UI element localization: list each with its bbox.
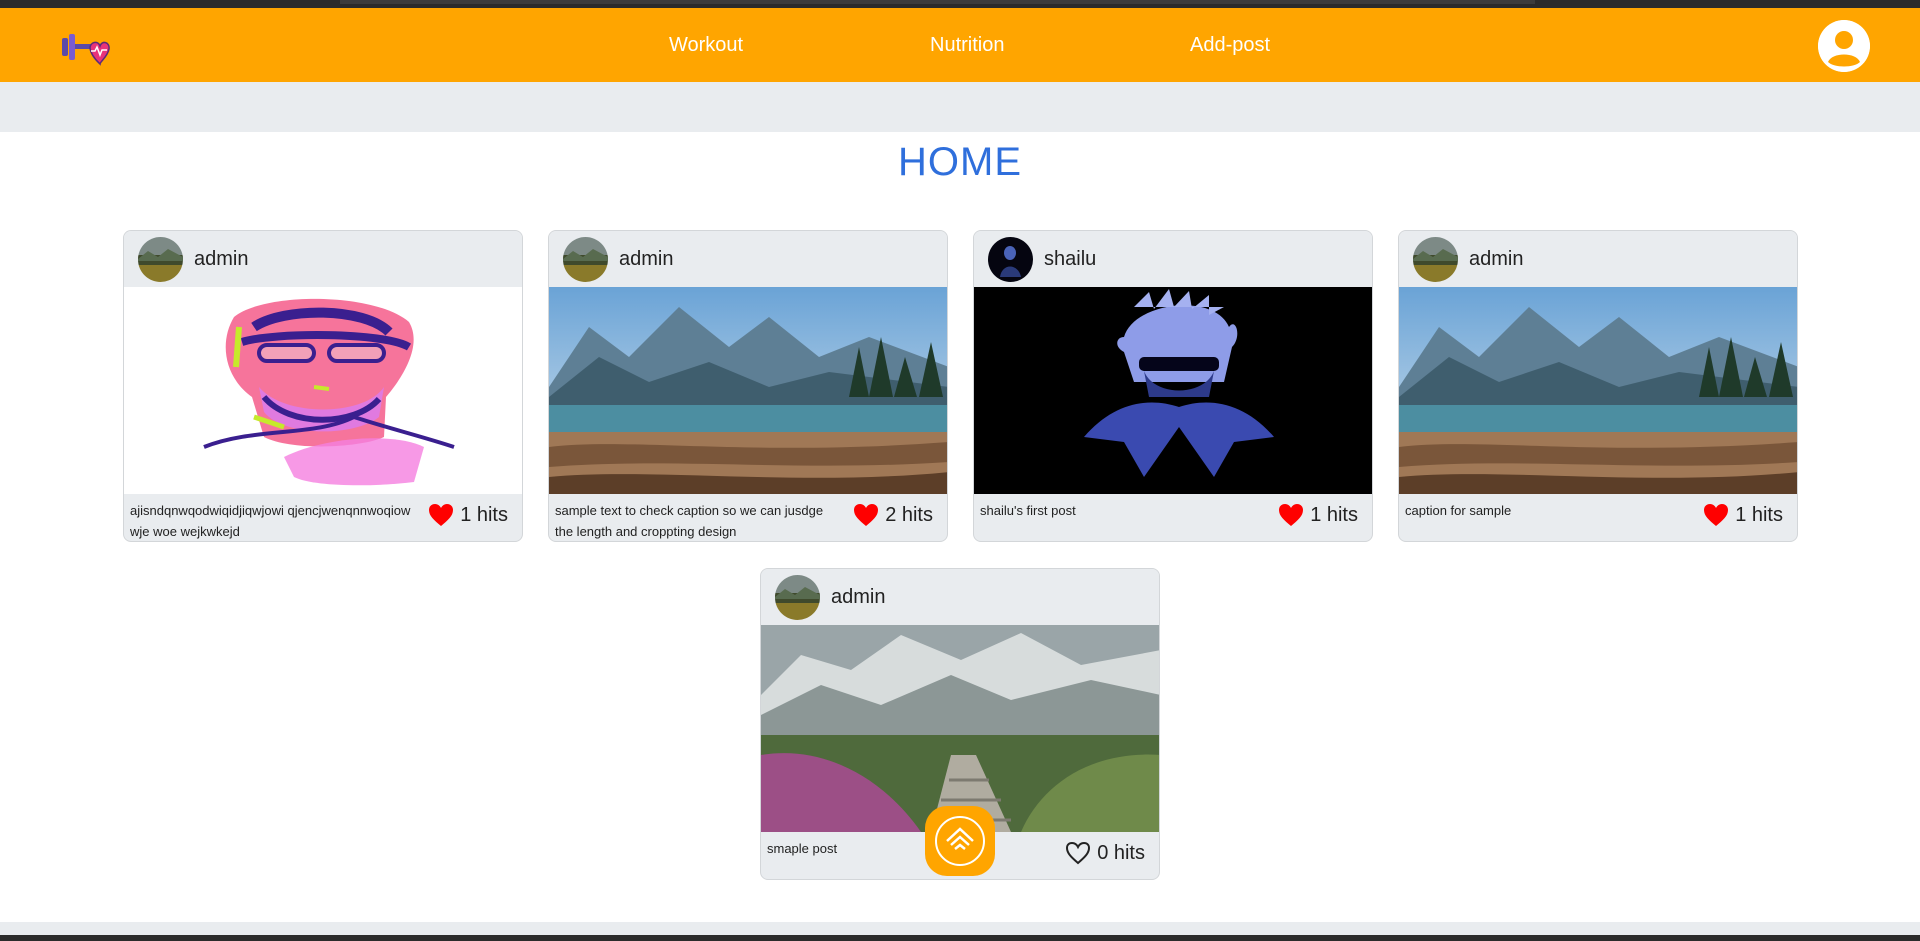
post-image[interactable] bbox=[549, 287, 947, 494]
dumbbell-heart-logo-icon[interactable] bbox=[60, 26, 110, 70]
avatar[interactable] bbox=[138, 237, 183, 282]
post-username[interactable]: shailu bbox=[1044, 248, 1096, 271]
post-image[interactable] bbox=[1399, 287, 1797, 494]
post-caption: sample text to check caption so we can j… bbox=[555, 503, 824, 539]
home-layers-icon bbox=[935, 816, 985, 866]
navbar: Workout Nutrition Add-post bbox=[0, 8, 1920, 82]
home-layers-fab-button[interactable] bbox=[925, 806, 995, 876]
avatar[interactable] bbox=[1413, 237, 1458, 282]
like-button[interactable]: 0 hits bbox=[1065, 841, 1145, 865]
post-image[interactable] bbox=[124, 287, 522, 494]
like-button[interactable]: 1 hits bbox=[1703, 503, 1783, 527]
post-caption: ajisndqnwqodwiqidjiqwjowi qjencjwenqnnwo… bbox=[130, 503, 411, 539]
heart-filled-icon bbox=[429, 504, 454, 526]
post-caption: shailu's first post bbox=[980, 503, 1076, 518]
post-username[interactable]: admin bbox=[194, 248, 248, 271]
post-username[interactable]: admin bbox=[1469, 248, 1523, 271]
avatar[interactable] bbox=[988, 237, 1033, 282]
post-header: admin bbox=[549, 231, 947, 287]
like-button[interactable]: 1 hits bbox=[428, 503, 508, 527]
post-card: shailu shailu's first post 1 hits bbox=[973, 230, 1373, 542]
avatar[interactable] bbox=[775, 575, 820, 620]
sub-header-band bbox=[0, 82, 1920, 132]
user-circle-icon[interactable] bbox=[1818, 20, 1870, 72]
post-header: admin bbox=[1399, 231, 1797, 287]
post-header: shailu bbox=[974, 231, 1372, 287]
browser-bottom-bar bbox=[0, 935, 1920, 941]
avatar[interactable] bbox=[563, 237, 608, 282]
post-image[interactable] bbox=[761, 625, 1159, 832]
hits-count: 1 hits bbox=[1735, 503, 1783, 526]
post-header: admin bbox=[761, 569, 1159, 625]
browser-top-strip bbox=[0, 0, 1920, 8]
nav-link-add-post[interactable]: Add-post bbox=[1190, 34, 1270, 57]
page-title: HOME bbox=[898, 140, 1022, 184]
hits-count: 2 hits bbox=[885, 503, 933, 526]
post-card: admin caption for sample 1 hits bbox=[1398, 230, 1798, 542]
post-username[interactable]: admin bbox=[831, 586, 885, 609]
hits-count: 0 hits bbox=[1097, 841, 1145, 864]
like-button[interactable]: 2 hits bbox=[853, 503, 933, 527]
nav-link-nutrition[interactable]: Nutrition bbox=[930, 34, 1004, 57]
heart-filled-icon bbox=[854, 504, 879, 526]
hits-count: 1 hits bbox=[1310, 503, 1358, 526]
post-username[interactable]: admin bbox=[619, 248, 673, 271]
post-card: admin sample text to check caption so we… bbox=[548, 230, 948, 542]
post-caption: smaple post bbox=[767, 841, 838, 856]
browser-tab-bar bbox=[340, 0, 1535, 4]
like-button[interactable]: 1 hits bbox=[1278, 503, 1358, 527]
heart-outline-icon bbox=[1066, 841, 1091, 865]
heart-filled-icon bbox=[1279, 504, 1304, 526]
nav-link-workout[interactable]: Workout bbox=[669, 34, 743, 57]
post-image[interactable] bbox=[974, 287, 1372, 494]
hits-count: 1 hits bbox=[460, 503, 508, 526]
post-caption: caption for sample bbox=[1405, 503, 1512, 518]
post-card: admin ajisndqnwqodwiqidjiqwjowi qjencjwe… bbox=[123, 230, 523, 542]
heart-filled-icon bbox=[1704, 504, 1729, 526]
post-header: admin bbox=[124, 231, 522, 287]
